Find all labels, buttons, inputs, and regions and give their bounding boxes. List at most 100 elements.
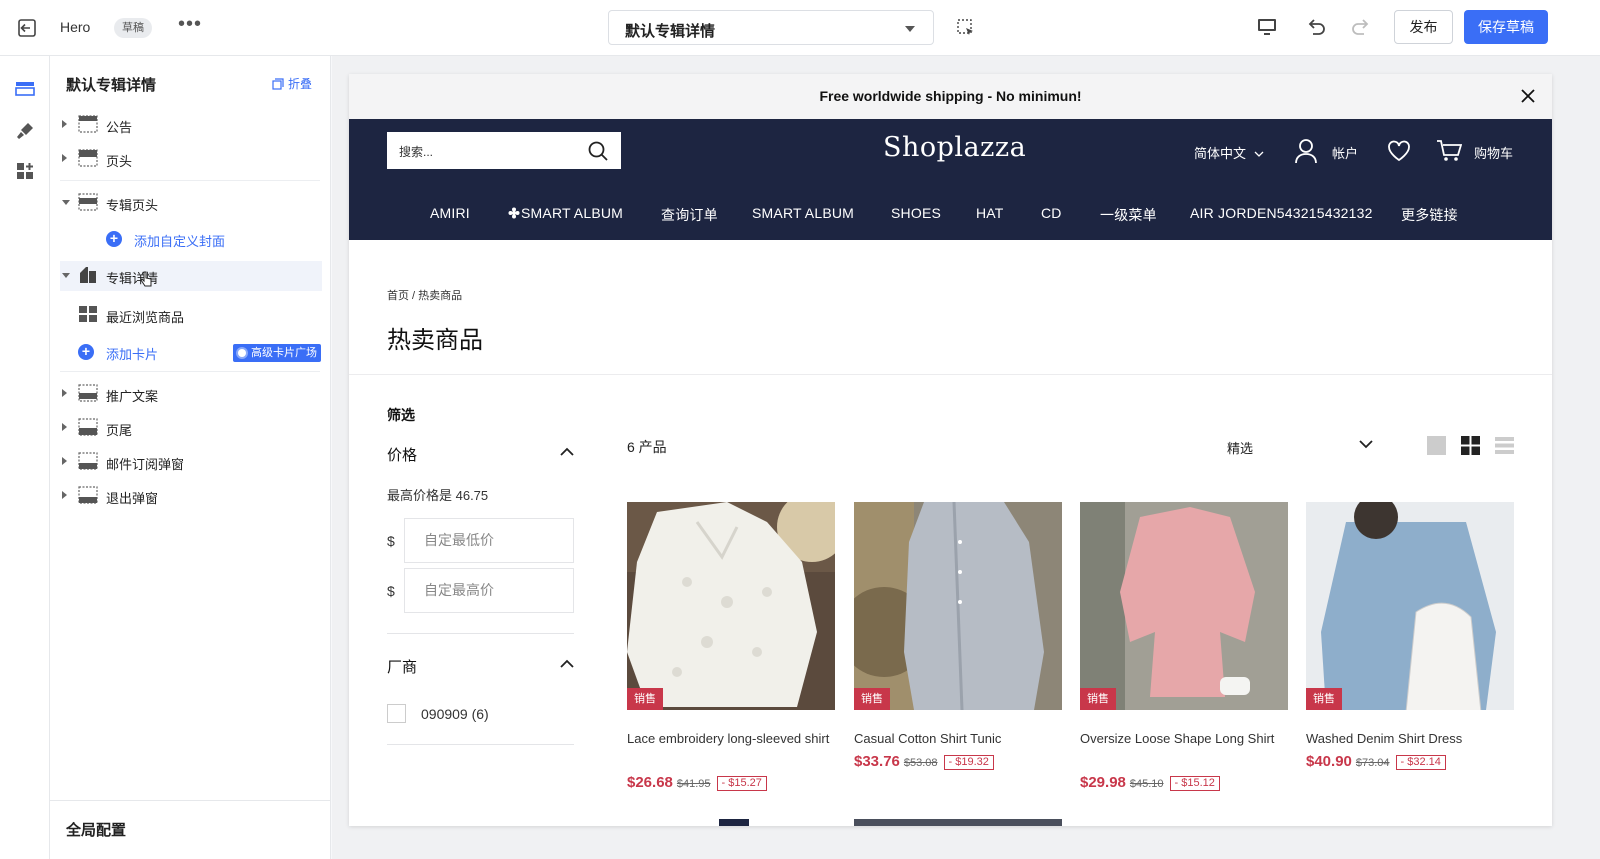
advanced-card-tag[interactable]: 高级卡片广场 xyxy=(233,344,321,362)
section-block-icon xyxy=(78,452,98,470)
filter-title: 筛选 xyxy=(387,407,415,423)
expand-arrow-icon[interactable] xyxy=(62,154,67,162)
view-large-icon[interactable] xyxy=(1427,436,1446,455)
nav-link[interactable]: SMART ALBUM xyxy=(508,205,623,221)
select-element-icon[interactable] xyxy=(956,18,976,38)
section-block-icon xyxy=(78,486,98,504)
draft-badge: 草稿 xyxy=(114,18,152,38)
save-draft-button[interactable]: 保存草稿 xyxy=(1464,10,1548,44)
product-count: 6 产品 xyxy=(627,439,667,455)
vendor-filter-toggle[interactable]: 厂商 xyxy=(387,656,417,677)
wishlist-heart-icon[interactable] xyxy=(1387,140,1411,162)
product-title[interactable]: Lace embroidery long-sleeved shirt xyxy=(627,728,835,749)
section-label: 推广文案 xyxy=(106,389,159,404)
close-icon[interactable] xyxy=(1520,88,1536,104)
undo-icon[interactable] xyxy=(1305,16,1327,38)
more-icon[interactable]: ••• xyxy=(178,14,202,34)
section-announcement[interactable]: 公告 xyxy=(60,110,322,140)
sale-badge: 销售 xyxy=(1306,688,1342,710)
cart-icon[interactable] xyxy=(1436,139,1462,163)
section-collection-banner[interactable]: 专辑页头 xyxy=(60,188,322,218)
collection-tag-icon xyxy=(80,267,96,283)
language-select[interactable]: 简体中文 xyxy=(1194,143,1264,162)
publish-button[interactable]: 发布 xyxy=(1394,10,1453,44)
nav-link[interactable]: HAT xyxy=(976,205,1004,221)
view-grid-icon[interactable] xyxy=(1461,436,1480,455)
product-image[interactable] xyxy=(854,502,1062,710)
max-price-note: 最高价格是 46.75 xyxy=(387,488,489,503)
vendor-checkbox[interactable] xyxy=(387,704,406,723)
chevron-down-icon[interactable] xyxy=(1359,439,1373,449)
nav-link[interactable]: AMIRI xyxy=(430,205,470,221)
collapse-arrow-icon[interactable] xyxy=(62,273,70,278)
collapse-button[interactable]: 折叠 xyxy=(272,75,312,92)
section-header[interactable]: 页头 xyxy=(60,144,322,174)
announcement-text: Free worldwide shipping - No minimun! xyxy=(819,88,1082,104)
product-image[interactable] xyxy=(1080,502,1288,710)
section-footer[interactable]: 页尾 xyxy=(60,413,322,443)
cart-link[interactable]: 购物车 xyxy=(1474,143,1513,162)
redo-icon[interactable] xyxy=(1350,16,1372,38)
nav-link[interactable]: SMART ALBUM xyxy=(752,205,854,221)
section-promo-text[interactable]: 推广文案 xyxy=(60,379,322,409)
apps-icon[interactable] xyxy=(14,160,36,182)
add-custom-cover[interactable]: + 添加自定义封面 xyxy=(60,224,322,254)
nav-link[interactable]: 查询订单 xyxy=(661,205,718,225)
product-image[interactable] xyxy=(627,502,835,710)
section-collection-detail[interactable]: 专辑详情 xyxy=(60,261,322,291)
product-title[interactable]: Casual Cotton Shirt Tunic xyxy=(854,728,1062,749)
expand-arrow-icon[interactable] xyxy=(62,389,67,397)
expand-arrow-icon[interactable] xyxy=(62,491,67,499)
section-exit-popup[interactable]: 退出弹窗 xyxy=(60,481,322,511)
view-list-icon[interactable] xyxy=(1495,436,1514,455)
product-prices: $29.98 $45.10 - $15.12 xyxy=(1080,774,1300,792)
expand-arrow-icon[interactable] xyxy=(62,423,67,431)
chevron-up-icon[interactable] xyxy=(559,447,575,457)
product-title[interactable]: Oversize Loose Shape Long Shirt xyxy=(1080,728,1288,749)
block-recently-viewed[interactable]: 最近浏览商品 xyxy=(60,300,322,330)
chevron-up-icon[interactable] xyxy=(559,659,575,669)
section-block-icon xyxy=(78,115,98,133)
expand-arrow-icon[interactable] xyxy=(62,457,67,465)
section-label: 退出弹窗 xyxy=(106,491,159,506)
collapse-arrow-icon[interactable] xyxy=(62,200,70,205)
account-icon[interactable] xyxy=(1294,138,1318,164)
original-price: $41.95 xyxy=(676,778,711,790)
desktop-view-icon[interactable] xyxy=(1256,16,1278,38)
filter-divider xyxy=(387,744,574,745)
product-image[interactable] xyxy=(1306,502,1514,710)
search-icon[interactable] xyxy=(587,140,609,162)
editor-topbar: Hero 草稿 ••• 默认专辑详情 发布 保存草稿 xyxy=(0,0,1600,56)
theme-settings-icon[interactable] xyxy=(14,120,36,142)
nav-link[interactable]: 更多链接 xyxy=(1401,205,1458,225)
section-newsletter-popup[interactable]: 邮件订阅弹窗 xyxy=(60,447,322,477)
account-link[interactable]: 帐户 xyxy=(1332,143,1358,162)
nav-link[interactable]: SHOES xyxy=(891,205,941,221)
exit-icon[interactable] xyxy=(16,17,38,39)
sort-select[interactable]: 精选 xyxy=(1227,438,1253,457)
nav-link[interactable]: AIR JORDEN543215432132 xyxy=(1190,205,1373,221)
store-header: 搜索... Shoplazza 简体中文 帐户 购物车 AMIRI SMART … xyxy=(349,119,1552,240)
section-label: 页尾 xyxy=(106,423,133,438)
original-price: $73.04 xyxy=(1355,757,1390,769)
max-price-input[interactable]: 自定最高价 xyxy=(404,568,574,613)
nav-link[interactable]: 一级菜单 xyxy=(1100,205,1157,225)
min-price-input[interactable]: 自定最低价 xyxy=(404,518,574,563)
next-row-image-peek xyxy=(854,819,1062,826)
page-template-select[interactable]: 默认专辑详情 xyxy=(608,10,934,45)
block-label: 最近浏览商品 xyxy=(106,310,185,325)
price-filter-toggle[interactable]: 价格 xyxy=(387,444,417,465)
product-title[interactable]: Washed Denim Shirt Dress xyxy=(1306,728,1514,749)
global-settings[interactable]: 全局配置 xyxy=(50,800,331,859)
store-logo[interactable]: Shoplazza xyxy=(883,132,1026,163)
expand-arrow-icon[interactable] xyxy=(62,120,67,128)
product-prices: $26.68 $41.95 - $15.27 xyxy=(627,774,847,792)
original-price: $53.08 xyxy=(903,757,938,769)
breadcrumb[interactable]: 首页 / 热卖商品 xyxy=(387,287,462,303)
sections-icon[interactable] xyxy=(14,78,36,100)
sale-badge: 销售 xyxy=(627,688,663,710)
vendor-option-label[interactable]: 090909 (6) xyxy=(421,706,489,722)
nav-link[interactable]: CD xyxy=(1041,205,1062,221)
section-block-icon xyxy=(78,384,98,402)
store-search-input[interactable]: 搜索... xyxy=(387,132,621,169)
